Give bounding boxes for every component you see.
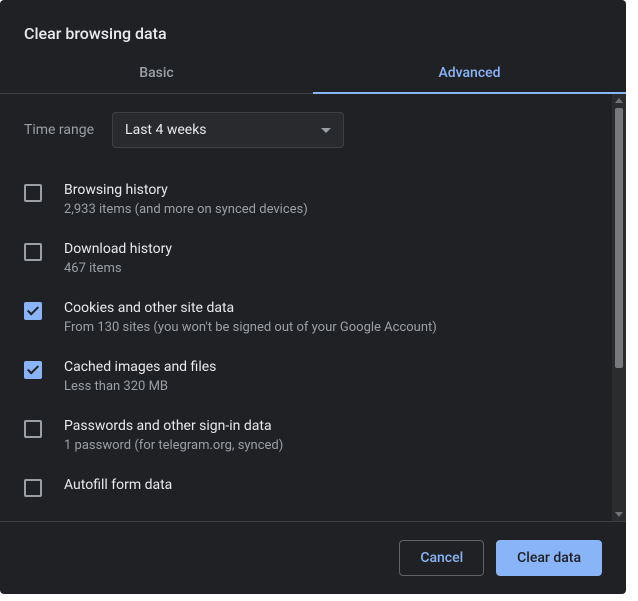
chevron-down-icon bbox=[321, 128, 331, 133]
tab-advanced[interactable]: Advanced bbox=[313, 51, 626, 93]
option-subtitle: 1 password (for telegram.org, synced) bbox=[64, 438, 283, 453]
checkbox-cached[interactable] bbox=[24, 361, 42, 379]
dialog-title: Clear browsing data bbox=[24, 24, 602, 43]
option-title: Cookies and other site data bbox=[64, 300, 437, 316]
clear-data-button[interactable]: Clear data bbox=[496, 540, 602, 576]
tab-basic-label: Basic bbox=[139, 65, 173, 81]
checkbox-cookies[interactable] bbox=[24, 302, 42, 320]
option-download-history: Download history 467 items bbox=[24, 229, 602, 288]
checkbox-autofill[interactable] bbox=[24, 479, 42, 497]
option-subtitle: 2,933 items (and more on synced devices) bbox=[64, 202, 308, 217]
option-text: Browsing history 2,933 items (and more o… bbox=[64, 182, 308, 217]
tab-advanced-label: Advanced bbox=[438, 65, 500, 81]
cancel-button[interactable]: Cancel bbox=[399, 540, 484, 576]
time-range-value: Last 4 weeks bbox=[125, 122, 206, 138]
option-passwords: Passwords and other sign-in data 1 passw… bbox=[24, 406, 602, 465]
time-range-row: Time range Last 4 weeks bbox=[24, 112, 602, 148]
checkbox-download-history[interactable] bbox=[24, 243, 42, 261]
scrollbar[interactable] bbox=[612, 94, 626, 521]
option-text: Download history 467 items bbox=[64, 241, 172, 276]
option-cached: Cached images and files Less than 320 MB bbox=[24, 347, 602, 406]
clear-browsing-data-dialog: Clear browsing data Basic Advanced Time … bbox=[0, 0, 626, 594]
checkbox-browsing-history[interactable] bbox=[24, 184, 42, 202]
option-subtitle: Less than 320 MB bbox=[64, 379, 216, 394]
scroll-area: Time range Last 4 weeks Browsing history… bbox=[0, 94, 626, 521]
dialog-header: Clear browsing data bbox=[0, 0, 626, 51]
option-text: Autofill form data bbox=[64, 477, 172, 493]
option-subtitle: From 130 sites (you won't be signed out … bbox=[64, 320, 437, 335]
option-title: Autofill form data bbox=[64, 477, 172, 493]
tab-bar: Basic Advanced bbox=[0, 51, 626, 94]
option-text: Cached images and files Less than 320 MB bbox=[64, 359, 216, 394]
option-title: Passwords and other sign-in data bbox=[64, 418, 283, 434]
option-text: Passwords and other sign-in data 1 passw… bbox=[64, 418, 283, 453]
option-title: Browsing history bbox=[64, 182, 308, 198]
dialog-footer: Cancel Clear data bbox=[0, 521, 626, 594]
option-text: Cookies and other site data From 130 sit… bbox=[64, 300, 437, 335]
time-range-label: Time range bbox=[24, 122, 94, 138]
clear-data-button-label: Clear data bbox=[517, 550, 581, 566]
option-subtitle: 467 items bbox=[64, 261, 172, 276]
checkbox-passwords[interactable] bbox=[24, 420, 42, 438]
tab-basic[interactable]: Basic bbox=[0, 51, 313, 93]
cancel-button-label: Cancel bbox=[420, 550, 463, 566]
option-cookies: Cookies and other site data From 130 sit… bbox=[24, 288, 602, 347]
scrollbar-thumb[interactable] bbox=[615, 108, 623, 368]
option-title: Cached images and files bbox=[64, 359, 216, 375]
time-range-select[interactable]: Last 4 weeks bbox=[112, 112, 344, 148]
option-autofill: Autofill form data bbox=[24, 465, 602, 509]
content: Time range Last 4 weeks Browsing history… bbox=[0, 94, 626, 521]
options-list: Browsing history 2,933 items (and more o… bbox=[24, 170, 602, 509]
option-browsing-history: Browsing history 2,933 items (and more o… bbox=[24, 170, 602, 229]
option-title: Download history bbox=[64, 241, 172, 257]
